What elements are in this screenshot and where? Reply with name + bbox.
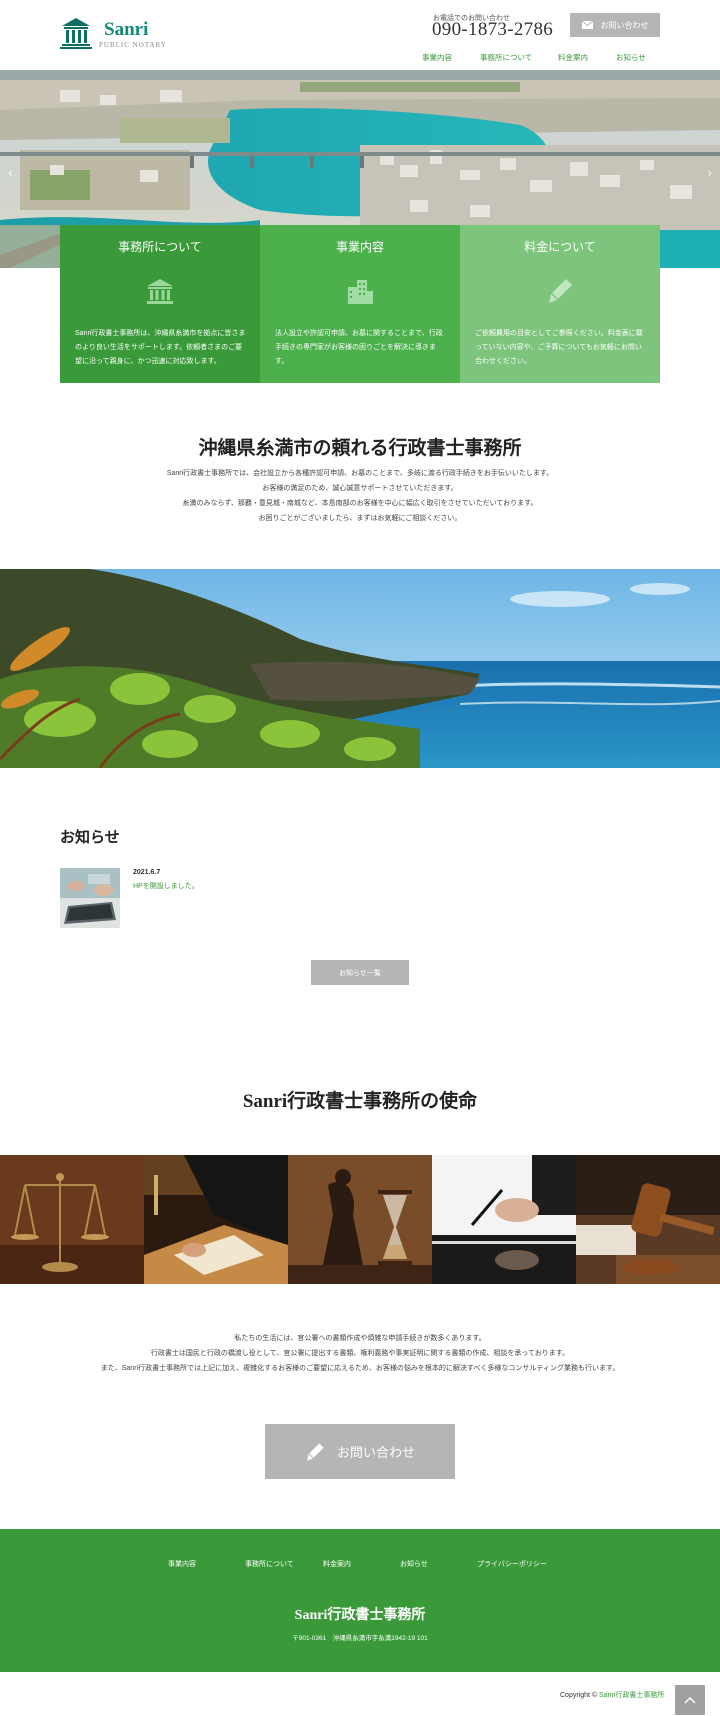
intro-text: Sanri行政書士事務所では、会社設立から各種許認可申請、お墓のことまで、多岐に… (0, 466, 720, 526)
news-thumbnail[interactable] (60, 868, 120, 928)
columns-logo-icon (60, 18, 92, 49)
writing-photo (144, 1155, 288, 1284)
site-header: Sanri PUBLIC NOTARY お電話でのお問い合わせ 090-1873… (0, 0, 720, 70)
phone-number[interactable]: 090-1873-2786 (432, 19, 553, 41)
mission-line: また、Sanri行政書士事務所では上記に加え、複雑化するお客様のご要望に応えるた… (100, 1365, 620, 1372)
contact-button-label: お問い合わせ (600, 20, 649, 30)
news-date: 2021.6.7 (133, 869, 161, 876)
intro-line: お困りごとがございましたら、まずはお気軽にご相談ください。 (258, 515, 462, 522)
feature-title: 事業内容 (335, 240, 384, 254)
contact-button[interactable]: お問い合わせ (570, 13, 660, 37)
feature-description: 法人設立や許認可申請、お墓に関することまで、行政手続きの専門家がお客様の困りごと… (275, 330, 443, 365)
cta-contact-button[interactable]: お問い合わせ (265, 1424, 455, 1479)
pen-icon (549, 279, 572, 303)
logo-name: Sanri (104, 19, 149, 40)
lawyer-writing-image (144, 1155, 288, 1284)
site-footer: 事業内容 事務所について 料金案内 お知らせ プライバシーポリシー Sanri行… (0, 1529, 720, 1672)
footer-address: 〒901-0361 沖縄県糸満市字糸満1942-19 101 (292, 1635, 428, 1642)
nav-item-services[interactable]: 事業内容 (422, 52, 452, 63)
nav-item-news[interactable]: お知らせ (616, 52, 646, 63)
intro-line: お客様の満足のため、誠心誠意サポートさせていただきます。 (262, 485, 458, 492)
buildings-icon (348, 280, 373, 304)
feature-description: ご依頼費用の目安としてご参照ください。料金表に載っていない内容や、ご予算について… (475, 330, 643, 365)
copyright-prefix: Copyright © (560, 1692, 598, 1699)
news-link[interactable]: HPを開設しました。 (133, 881, 199, 891)
mission-photo-strip (0, 1155, 720, 1284)
gavel-image (576, 1155, 720, 1284)
footer-nav-news[interactable]: お知らせ (400, 1559, 428, 1569)
building-columns-icon (147, 279, 173, 304)
scroll-to-top-button[interactable] (675, 1685, 705, 1715)
logo-subtitle: PUBLIC NOTARY (99, 41, 167, 49)
intro-line: 糸満のみならず、那覇・豊見城・南城など、本島南部のお客様を中心に幅広く取引をさせ… (182, 500, 538, 507)
site-logo[interactable]: Sanri PUBLIC NOTARY (60, 16, 170, 52)
copyright-owner-link[interactable]: Sanri行政書士事務所 (599, 1692, 664, 1699)
nav-item-about[interactable]: 事務所について (480, 52, 532, 63)
mission-line: 私たちの生活には、官公署への書類作成や煩雑な申請手続きが数多くあります。 (234, 1335, 486, 1342)
scales-of-justice-image (0, 1155, 144, 1284)
signing-photo (432, 1155, 576, 1284)
laptop-photo (60, 868, 120, 928)
mission-text: 私たちの生活には、官公署への書類作成や煩雑な申請手続きが数多くあります。 行政書… (0, 1331, 720, 1376)
mission-title: Sanri行政書士事務所の使命 (242, 1091, 478, 1112)
intro-line: Sanri行政書士事務所では、会社設立から各種許認可申請、お墓のことまで、多岐に… (166, 470, 554, 477)
coastline-photo (0, 569, 720, 768)
feature-about[interactable]: 事務所について Sanri行政書士事務所は、沖縄県糸満市を拠点に皆さまのより良い… (60, 225, 260, 383)
pen-icon (307, 1442, 324, 1461)
feature-services[interactable]: 事業内容 法人設立や許認可申請、お墓に関することまで、行政手続きの専門家がお客様… (260, 225, 460, 383)
cta-button-label: お問い合わせ (336, 1445, 415, 1460)
mail-icon (581, 21, 593, 29)
footer-nav-fees[interactable]: 料金案内 (323, 1559, 351, 1569)
chevron-left-icon[interactable]: ‹ (8, 164, 13, 180)
chevron-up-icon (684, 1696, 696, 1704)
feature-boxes: 事務所について Sanri行政書士事務所は、沖縄県糸満市を拠点に皆さまのより良い… (60, 225, 660, 383)
copyright: Copyright © Sanri行政書士事務所 (560, 1690, 664, 1700)
feature-title: 事務所について (118, 240, 202, 254)
mission-line: 行政書士は国民と行政の橋渡し役として、官公署に提出する書類、権利義務や事実証明に… (150, 1350, 570, 1357)
footer-nav-privacy[interactable]: プライバシーポリシー (477, 1559, 547, 1569)
document-signing-image (432, 1155, 576, 1284)
feature-title: 料金について (524, 240, 596, 254)
intro-title: 沖縄県糸満市の頼れる行政書士事務所 (198, 438, 522, 459)
feature-fees[interactable]: 料金について ご依頼費用の目安としてご参照ください。料金表に載っていない内容や、… (460, 225, 660, 383)
news-list-button[interactable]: お知らせ一覧 (311, 960, 409, 985)
footer-office-name: Sanri行政書士事務所 (294, 1608, 426, 1623)
hourglass-photo (288, 1155, 432, 1284)
gavel-photo (576, 1155, 720, 1284)
coast-image (0, 569, 720, 768)
feature-description: Sanri行政書士事務所は、沖縄県糸満市を拠点に皆さまのより良い生活をサポートし… (75, 330, 246, 365)
statue-hourglass-image (288, 1155, 432, 1284)
nav-item-fees[interactable]: 料金案内 (558, 52, 588, 63)
chevron-right-icon[interactable]: › (707, 164, 712, 180)
scales-photo (0, 1155, 144, 1284)
news-section-title: お知らせ (60, 830, 120, 846)
footer-nav-about[interactable]: 事務所について (245, 1559, 294, 1569)
footer-nav-services[interactable]: 事業内容 (168, 1559, 196, 1569)
